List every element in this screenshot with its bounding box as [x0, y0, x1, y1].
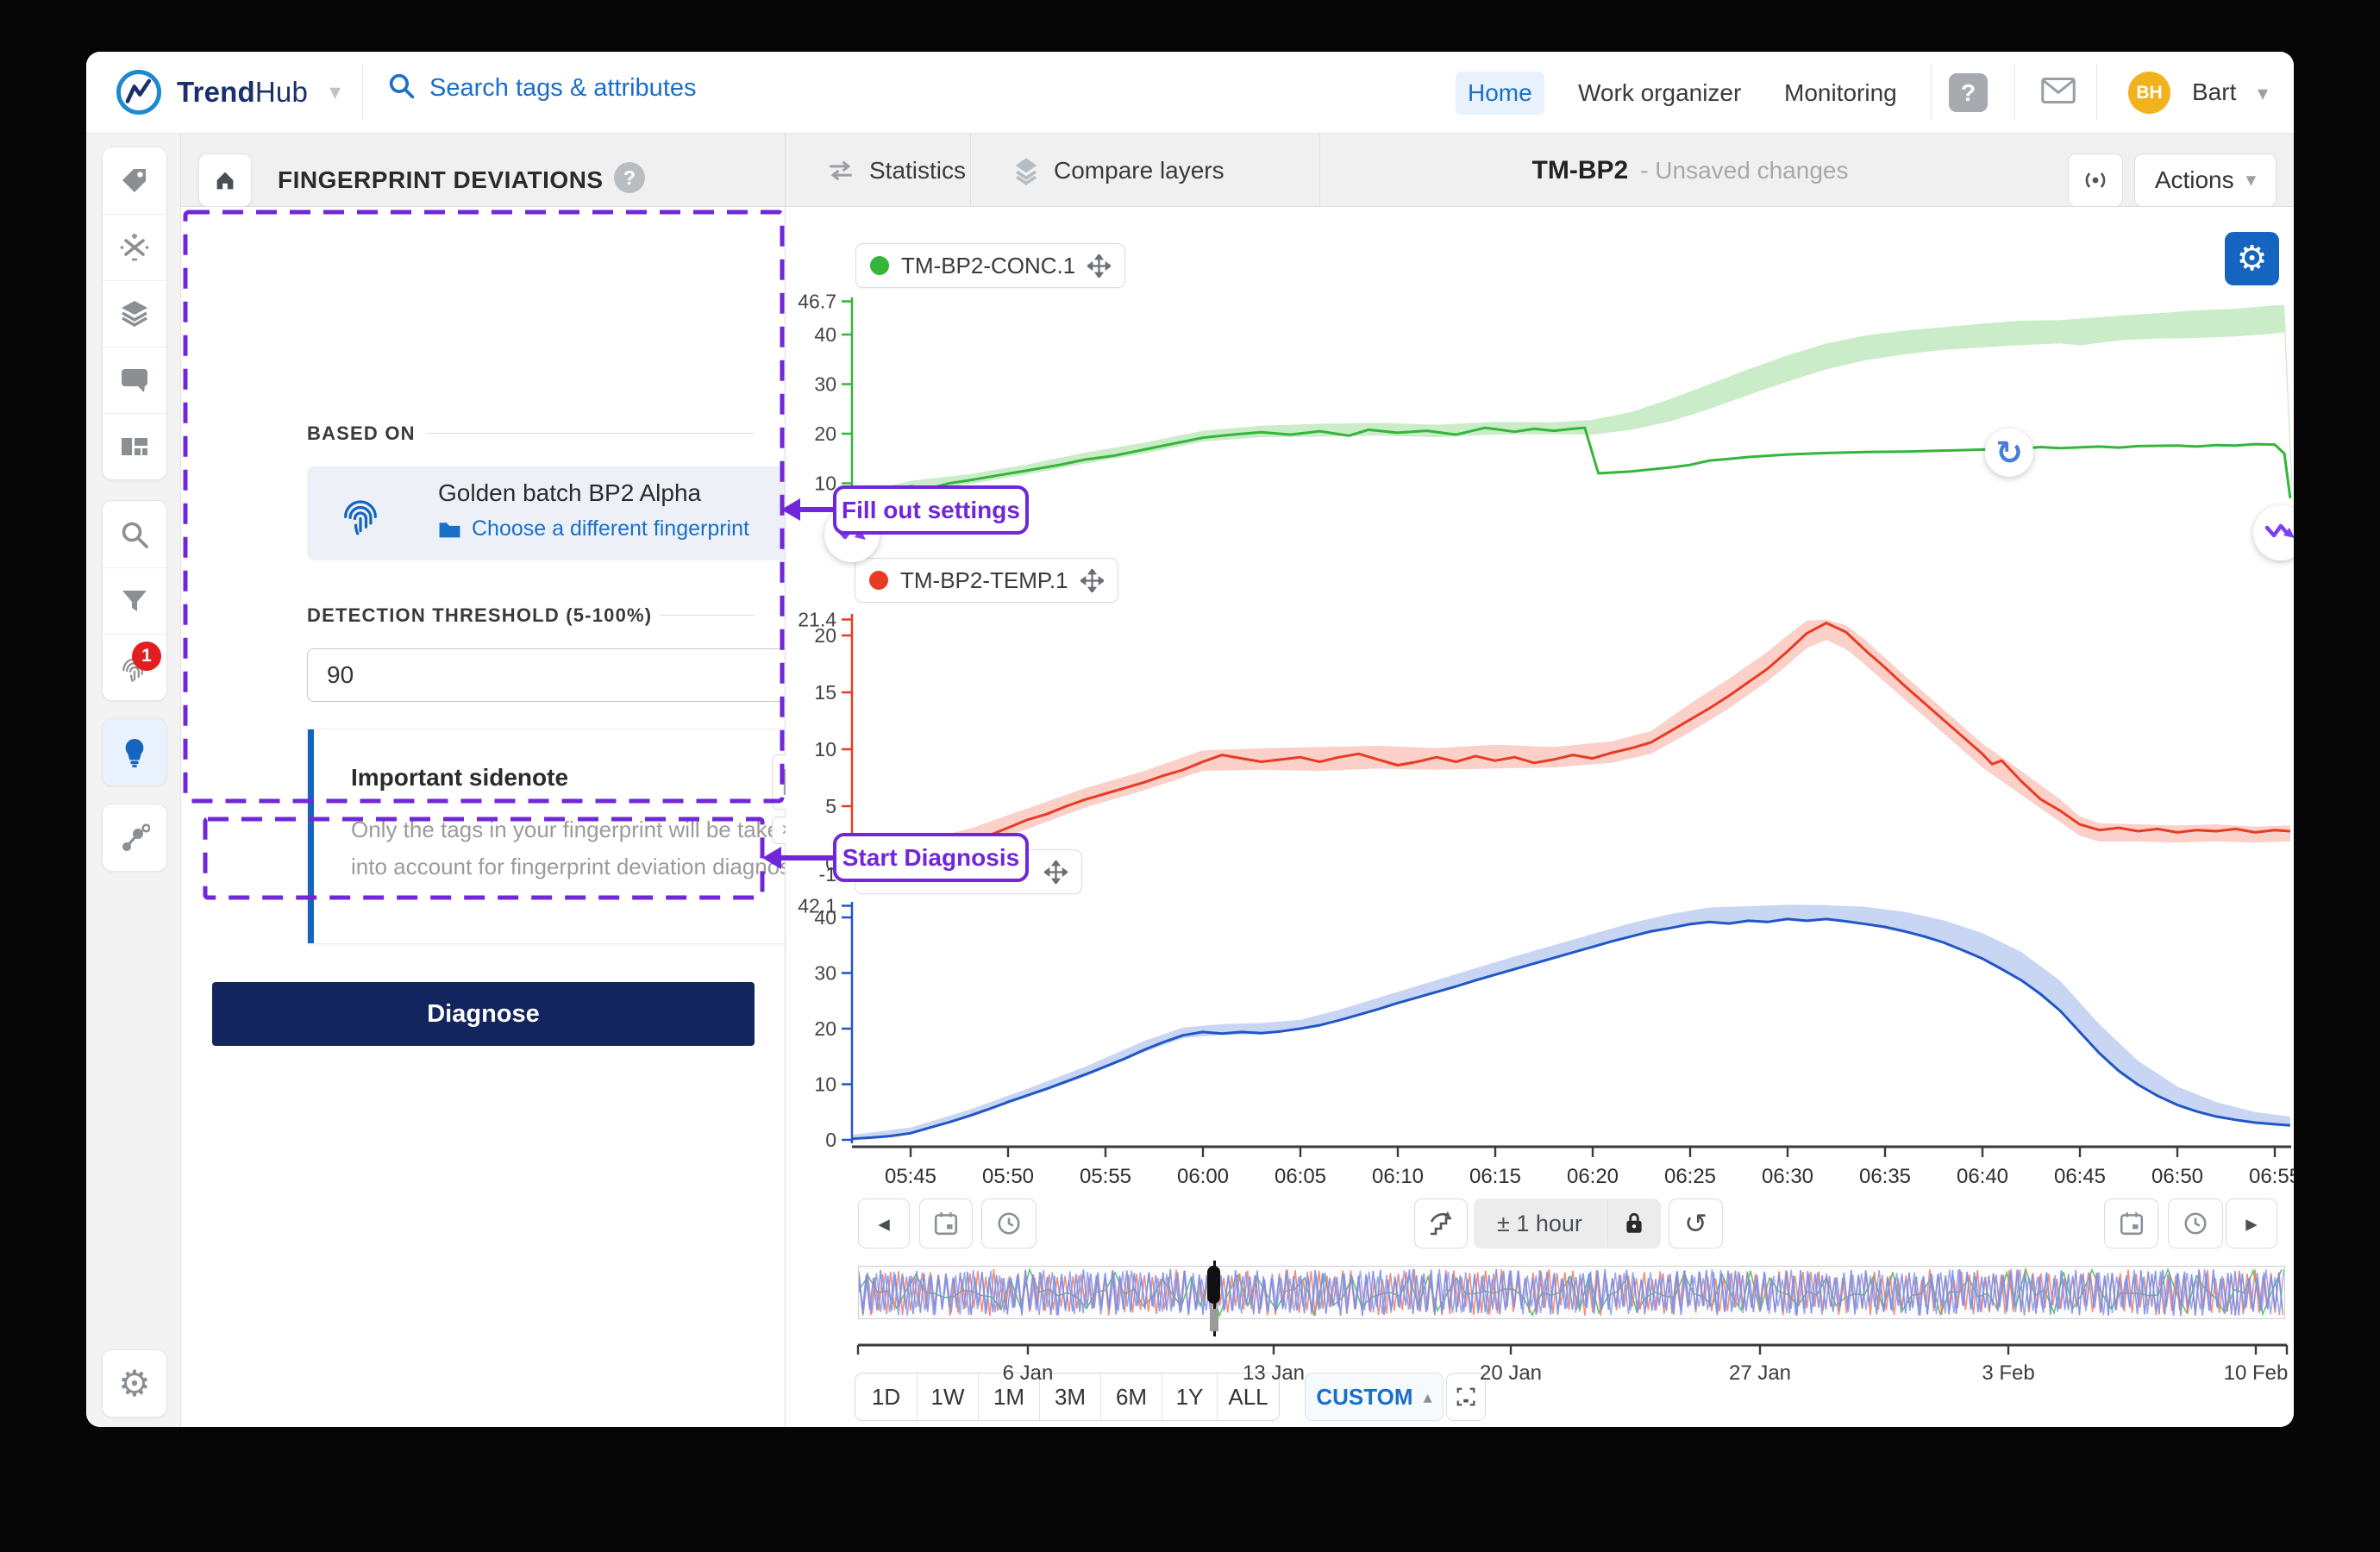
svg-text:20: 20	[814, 624, 836, 647]
svg-text:20: 20	[814, 422, 836, 445]
move-icon[interactable]	[1087, 253, 1112, 278]
trend-chart[interactable]: 46.74030201021.420151050-142.14030201000…	[86, 52, 2294, 1427]
legend-label: TM-BP2-TEMP.1	[900, 566, 1068, 593]
svg-text:10: 10	[814, 1073, 836, 1096]
svg-text:27 Jan: 27 Jan	[1729, 1361, 1791, 1385]
svg-text:06:30: 06:30	[1762, 1165, 1813, 1188]
svg-text:40: 40	[814, 323, 836, 346]
legend-label: TM-BP2-CONC.1	[901, 252, 1076, 278]
app-window: TrendHub ▾ Home Work organizer Monitorin…	[86, 52, 2294, 1427]
svg-text:13 Jan: 13 Jan	[1243, 1361, 1305, 1385]
legend-conc-series[interactable]: TM-BP2-CONC.1	[855, 243, 1126, 288]
svg-text:10 Feb: 10 Feb	[2224, 1361, 2289, 1385]
annotation-fill-out-settings: Fill out settings	[833, 485, 1029, 535]
series-dot-red	[869, 571, 888, 590]
svg-text:10: 10	[814, 472, 836, 495]
svg-text:20 Jan: 20 Jan	[1480, 1361, 1542, 1385]
refresh-icon: ↻	[1995, 434, 2023, 472]
context-brush-grip-lower[interactable]	[1210, 1309, 1218, 1331]
svg-text:15: 15	[814, 681, 836, 704]
svg-text:05:50: 05:50	[982, 1165, 1034, 1188]
svg-text:05:45: 05:45	[885, 1165, 936, 1188]
svg-text:06:10: 06:10	[1372, 1165, 1424, 1188]
move-icon[interactable]	[1044, 860, 1068, 884]
svg-text:05:55: 05:55	[1080, 1165, 1131, 1188]
context-brush-grip[interactable]	[1207, 1266, 1220, 1304]
svg-text:06:20: 06:20	[1567, 1165, 1619, 1188]
svg-text:46.7: 46.7	[798, 291, 836, 313]
svg-text:40: 40	[814, 906, 836, 929]
svg-text:06:35: 06:35	[1859, 1165, 1911, 1188]
svg-text:0: 0	[825, 1129, 836, 1151]
svg-text:06:45: 06:45	[2054, 1165, 2106, 1188]
svg-text:5: 5	[825, 795, 836, 817]
svg-text:10: 10	[814, 738, 836, 760]
move-icon[interactable]	[1080, 568, 1104, 592]
refresh-button[interactable]: ↻	[1985, 429, 2033, 477]
svg-text:06:50: 06:50	[2151, 1165, 2203, 1188]
svg-text:06:00: 06:00	[1177, 1165, 1229, 1188]
svg-text:06:55: 06:55	[2249, 1165, 2294, 1188]
zigzag-arrow-icon	[2264, 523, 2294, 538]
svg-text:20: 20	[814, 1017, 836, 1040]
svg-text:06:40: 06:40	[1957, 1165, 2008, 1188]
annotation-start-diagnosis: Start Diagnosis	[833, 833, 1029, 882]
svg-text:3 Feb: 3 Feb	[1982, 1361, 2034, 1385]
svg-text:06:05: 06:05	[1275, 1165, 1326, 1188]
svg-text:30: 30	[814, 373, 836, 396]
svg-text:06:25: 06:25	[1664, 1165, 1716, 1188]
svg-text:30: 30	[814, 962, 836, 985]
svg-text:06:15: 06:15	[1469, 1165, 1521, 1188]
svg-text:6 Jan: 6 Jan	[1003, 1361, 1054, 1385]
series-dot-green	[870, 256, 889, 275]
legend-temp-series[interactable]: TM-BP2-TEMP.1	[855, 558, 1118, 603]
